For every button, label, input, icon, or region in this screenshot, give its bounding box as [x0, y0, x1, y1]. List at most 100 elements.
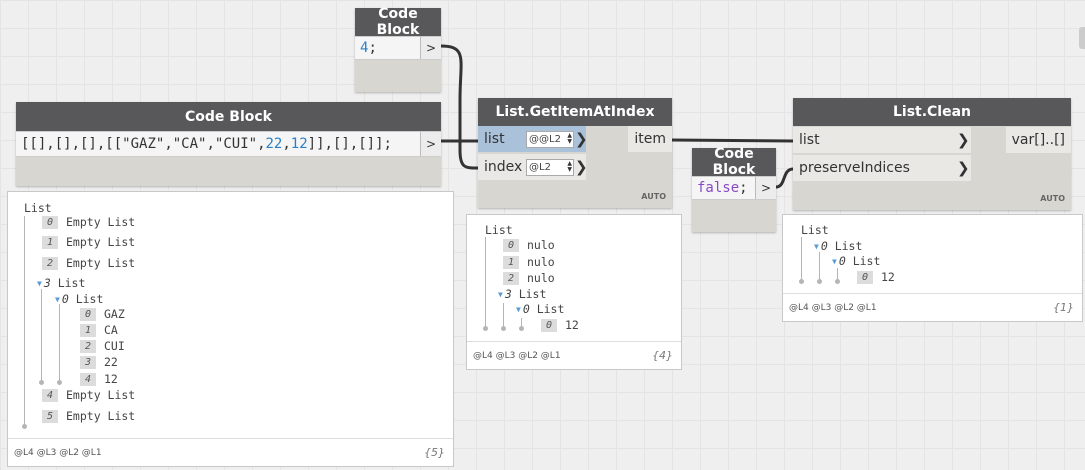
port-label: index [484, 159, 523, 175]
code-token: ]],[],[]]; [307, 136, 392, 152]
code-block-node-list[interactable]: Code Block [[],[],[],[["GAZ","CA","CUI",… [16, 102, 441, 186]
list-root-label: List [24, 201, 52, 215]
preview-footer: @L4 @L3 @L2 @L1 {4} [467, 341, 681, 369]
code-block-node-4[interactable]: Code Block 4; > [355, 6, 441, 92]
expand-triangle-icon[interactable]: ▼ [498, 290, 503, 299]
expand-triangle-icon[interactable]: ▼ [832, 257, 837, 266]
code-token: , [164, 136, 173, 152]
list-item: 3 22 [80, 355, 118, 369]
list-item: 2 nulo [503, 271, 555, 285]
expand-triangle-icon[interactable]: ▼ [814, 242, 819, 251]
spinner-icon[interactable]: ▲ ▼ [567, 133, 572, 145]
list-item: 0 12 [541, 318, 579, 332]
get-item-at-index-node[interactable]: List.GetItemAtIndex list @@L2 ▲ ▼ ❯ index… [478, 98, 672, 208]
lacing-list[interactable]: @@L2 ▲ ▼ [526, 131, 574, 148]
node-title: Code Block [16, 102, 441, 131]
expand-triangle-icon[interactable]: ▼ [516, 305, 521, 314]
list-item-expanded[interactable]: ▼ 0 List [832, 254, 880, 268]
output-port-var[interactable]: var[]..[] [1005, 127, 1071, 153]
list-item: 2 CUI [80, 339, 125, 353]
input-port-list[interactable]: list [793, 127, 971, 153]
lacing-value: @@L2 [529, 134, 561, 145]
watch-preview-right[interactable]: List ▼ 0 List ▼ 0 List 0 12 @L4 @L3 @L2 @L1… [782, 214, 1083, 322]
wire-item-to-list [671, 138, 794, 143]
port-label: list [799, 132, 820, 148]
list-item-expanded[interactable]: ▼ 3 List [498, 287, 546, 301]
item-count: {1} [1053, 301, 1074, 314]
port-label: list [484, 131, 505, 147]
code-block-node-false[interactable]: Code Block false; > [692, 146, 776, 232]
output-port[interactable]: > [420, 37, 441, 59]
code-editor[interactable]: [[],[],[],[["GAZ","CA","CUI",22,12]],[],… [16, 131, 441, 157]
code-keyword: false [697, 180, 740, 196]
lacing-value: @L2 [529, 162, 551, 173]
code-token: 12 [290, 136, 308, 152]
item-count: {5} [424, 446, 445, 459]
list-root-label: List [801, 223, 829, 237]
wire-false-to-preserve [775, 167, 794, 189]
chevron-right-icon: ❯ [957, 131, 970, 149]
list-item: 2 Empty List [42, 256, 135, 270]
list-item: 1 nulo [503, 255, 555, 269]
list-item-expanded[interactable]: ▼ 0 List [814, 239, 862, 253]
code-token: , [206, 136, 215, 152]
port-label: item [634, 131, 666, 147]
output-port[interactable]: > [420, 132, 441, 156]
code-token: , [257, 136, 266, 152]
code-text: [[],[],[],[["GAZ","CA","CUI",22,12]],[],… [16, 136, 420, 152]
item-count: {4} [652, 349, 673, 362]
watch-preview-middle[interactable]: List 0 nulo 1 nulo 2 nulo ▼ 3 List ▼ 0 List 0… [466, 214, 682, 370]
list-root-label: List [485, 223, 513, 237]
code-token: 22 [265, 136, 283, 152]
list-item: 4 12 [80, 372, 118, 386]
chevron-right-icon: ❯ [575, 130, 588, 148]
preview-footer: @L4 @L3 @L2 @L1 {1} [783, 293, 1082, 321]
lacing-mode: AUTO [641, 192, 666, 201]
code-text: false; [692, 180, 755, 196]
chevron-right-icon: ❯ [575, 158, 588, 176]
list-item: 0 nulo [503, 238, 555, 252]
input-port-preserve-indices[interactable]: preserveIndices [793, 155, 971, 181]
node-title: List.Clean [793, 98, 1071, 126]
list-item: 1 CA [80, 323, 118, 337]
list-item: 0 GAZ [80, 307, 125, 321]
code-editor[interactable]: 4; > [355, 36, 441, 60]
list-item: 4 Empty List [42, 388, 135, 402]
code-token: "GAZ" [122, 136, 165, 152]
chevron-right-icon: ❯ [957, 159, 970, 177]
list-item-expanded[interactable]: ▼ 3 List [37, 276, 85, 290]
code-token: "CUI" [214, 136, 258, 152]
code-token: [[],[],[],[[ [21, 136, 123, 152]
lacing-mode: AUTO [1040, 194, 1065, 203]
output-port[interactable]: > [755, 177, 776, 199]
code-token: , [282, 136, 291, 152]
preview-footer: @L4 @L3 @L2 @L1 {5} [8, 438, 453, 466]
list-clean-node[interactable]: List.Clean list ❯ preserveIndices ❯ var[… [793, 98, 1071, 210]
list-levels: @L4 @L3 @L2 @L1 [14, 447, 102, 458]
lacing-index[interactable]: @L2 ▲ ▼ [526, 159, 574, 176]
expand-triangle-icon[interactable]: ▼ [55, 295, 60, 304]
port-label: preserveIndices [799, 160, 910, 176]
spinner-icon[interactable]: ▲ ▼ [567, 161, 572, 173]
code-semicolon: ; [368, 40, 377, 56]
list-levels: @L4 @L3 @L2 @L1 [473, 350, 561, 361]
port-label: var[]..[] [1011, 132, 1065, 148]
node-title: Code Block [692, 146, 776, 178]
watch-preview-left[interactable]: List 0 Empty List 1 Empty List 2 Empty List… [7, 191, 454, 467]
canvas-edge-handle[interactable] [1079, 27, 1085, 49]
list-item-expanded[interactable]: ▼ 0 List [516, 302, 564, 316]
list-levels: @L4 @L3 @L2 @L1 [789, 302, 877, 313]
code-semicolon: ; [739, 180, 748, 196]
list-item: 1 Empty List [42, 235, 135, 249]
node-title: List.GetItemAtIndex [478, 98, 672, 126]
wire-cb4-to-index [440, 44, 479, 170]
code-text: 4; [355, 40, 420, 56]
code-editor[interactable]: false; > [692, 176, 776, 200]
code-token: "CA" [172, 136, 207, 152]
node-title: Code Block [355, 6, 441, 38]
list-item-expanded[interactable]: ▼ 0 List [55, 292, 103, 306]
expand-triangle-icon[interactable]: ▼ [37, 279, 42, 288]
list-item: 0 12 [857, 270, 895, 284]
output-port-item[interactable]: item [628, 126, 672, 152]
list-item: 0 Empty List [42, 215, 135, 229]
